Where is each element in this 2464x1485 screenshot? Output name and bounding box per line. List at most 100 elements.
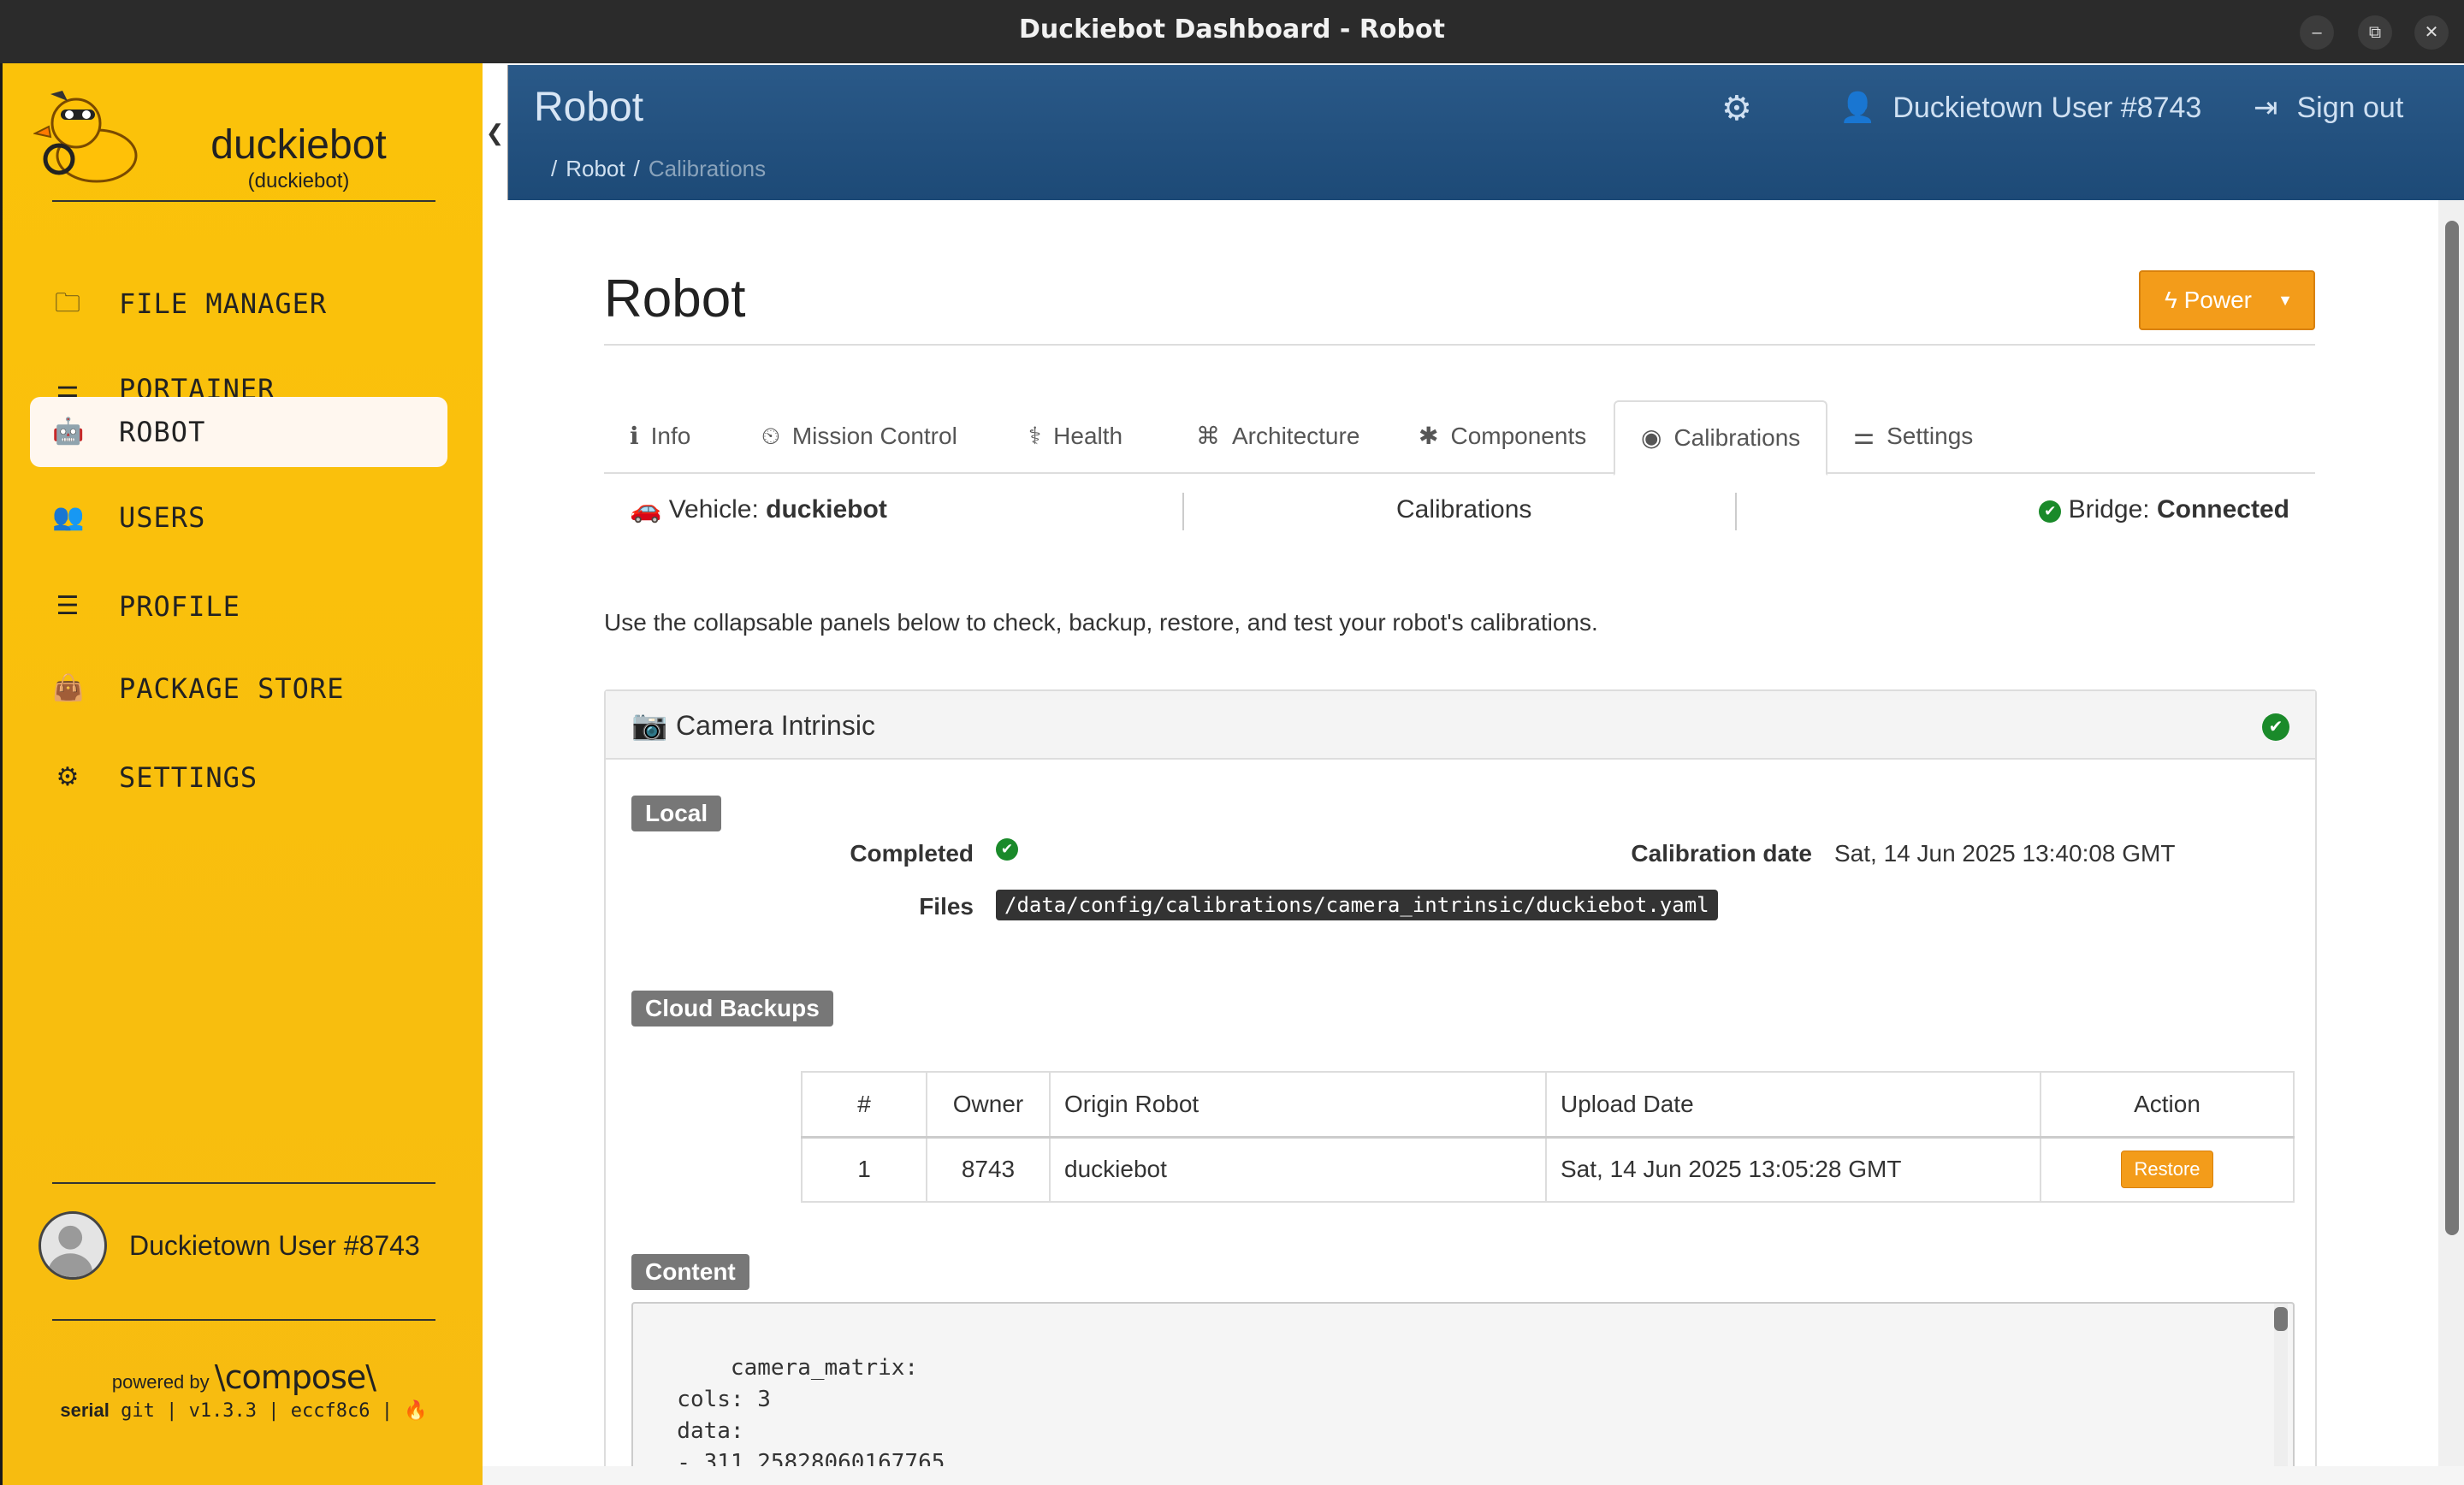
breadcrumb-robot[interactable]: Robot (566, 156, 625, 181)
files-label: Files (919, 893, 974, 920)
robot-hostname: (duckiebot) (247, 169, 350, 192)
tab-components[interactable]: ✱ Components (1419, 400, 1586, 474)
scrollbar-thumb[interactable] (2445, 221, 2459, 1235)
sidebar-item-label: FILE MANAGER (119, 287, 328, 320)
sidebar-user-name: Duckietown User #8743 (129, 1230, 420, 1261)
sign-out-button[interactable]: ⇥ Sign out (2254, 91, 2403, 125)
column-header: # (801, 1071, 927, 1139)
sidebar-divider (52, 1182, 435, 1184)
sidebar: duckiebot (duckiebot) 🗀 FILE MANAGER ⚌ P… (0, 63, 483, 1485)
medkit-icon: ⚕ (1028, 423, 1042, 449)
minimize-button[interactable]: – (2300, 15, 2334, 50)
power-label: Power (2183, 287, 2252, 313)
divider (1182, 493, 1184, 530)
check-circle-icon: ✔ (2262, 713, 2289, 741)
tab-architecture[interactable]: ⌘ Architecture (1196, 400, 1359, 474)
sidebar-item-label: PACKAGE STORE (119, 672, 345, 705)
user-icon: 👤 (1839, 92, 1876, 124)
vehicle-name: duckiebot (766, 495, 887, 524)
puzzle-icon: ✱ (1419, 423, 1439, 449)
sidebar-collapse-button[interactable]: ❮ (483, 65, 508, 200)
file-path: /data/config/calibrations/camera_intrins… (996, 890, 1718, 920)
target-icon: ◉ (1641, 424, 1662, 451)
panel-header[interactable]: 📷 Camera Intrinsic ✔ (606, 691, 2315, 760)
divider (1735, 493, 1737, 530)
robot-tabs: ℹ Info ⏲ Mission Control ⚕ Health ⌘ Architec… (604, 400, 2315, 476)
column-header: Owner (926, 1071, 1051, 1139)
status-row: 🚗 Vehicle: duckiebot Calibrations ✔ Brid… (604, 482, 2315, 537)
tab-mission-control[interactable]: ⏲ Mission Control (761, 400, 957, 474)
cell-upload-date: Sat, 14 Jun 2025 13:05:28 GMT (1545, 1136, 2041, 1203)
maximize-button[interactable]: ⧉ (2358, 15, 2392, 50)
tab-label: Architecture (1232, 423, 1360, 449)
page-title: Robot (604, 269, 746, 328)
shopping-bag-icon: 👜 (52, 674, 85, 702)
duckie-logo-icon (33, 91, 138, 183)
tab-label: Calibrations (1673, 424, 1801, 451)
check-circle-icon: ✔ (2039, 500, 2062, 523)
gear-icon: ⚙ (1721, 90, 1752, 127)
sidebar-user[interactable]: Duckietown User #8743 (38, 1210, 449, 1281)
vehicle-label: Vehicle: (668, 495, 759, 524)
header-settings-button[interactable]: ⚙ (1721, 89, 1752, 128)
sidebar-item-package-store[interactable]: 👜 PACKAGE STORE (30, 654, 447, 724)
camera-intrinsic-panel: 📷 Camera Intrinsic ✔ Local Completed ✔ C… (604, 689, 2317, 1466)
cell-number: 1 (801, 1136, 927, 1203)
sidebar-divider (52, 1319, 435, 1321)
header-user-button[interactable]: 👤 Duckietown User #8743 (1839, 91, 2201, 125)
top-header: Robot / Robot / Calibrations ⚙ 👤 Duckietown … (508, 65, 2464, 200)
camera-icon: 📷 (631, 709, 668, 742)
local-badge: Local (631, 796, 722, 831)
dashboard-gauge-icon: ⏲ (761, 423, 780, 449)
sidebar-item-label: ROBOT (119, 416, 206, 448)
main-content: Robot ϟ Power ▼ ℹ Info ⏲ Mission Control ⚕… (508, 200, 2438, 1466)
tab-label: Settings (1886, 423, 1974, 449)
breadcrumb-calibrations: Calibrations (648, 156, 767, 181)
table-header-row: # Owner Origin Robot Upload Date Action (801, 1071, 2295, 1139)
tab-settings[interactable]: ⚌ Settings (1853, 400, 1973, 474)
sitemap-icon: ⌘ (1196, 423, 1220, 449)
scrollbar-thumb[interactable] (2274, 1307, 2288, 1331)
sidebar-item-profile[interactable]: ☰ PROFILE (30, 571, 447, 642)
sidebar-item-label: SETTINGS (119, 761, 258, 794)
tab-label: Mission Control (791, 423, 957, 449)
column-header: Upload Date (1545, 1071, 2041, 1139)
window-title: Duckiebot Dashboard - Robot (1019, 15, 1445, 44)
power-dropdown-button[interactable]: ϟ Power ▼ (2139, 270, 2315, 330)
title-divider (604, 344, 2315, 346)
tab-info[interactable]: ℹ Info (630, 400, 690, 474)
close-button[interactable]: ✕ (2414, 15, 2449, 50)
restore-button[interactable]: Restore (2121, 1151, 2213, 1189)
folder-icon: 🗀 (55, 289, 80, 317)
header-title: Robot (534, 85, 644, 130)
sign-out-icon: ⇥ (2254, 92, 2278, 124)
tab-label: Health (1053, 423, 1123, 449)
content-scrollbar[interactable] (2274, 1304, 2288, 1466)
car-icon: 🚗 (630, 495, 662, 524)
tab-health[interactable]: ⚕ Health (1028, 400, 1122, 474)
content-badge: Content (631, 1254, 749, 1290)
yaml-content: camera_matrix: cols: 3 data: - 311.25828… (677, 1355, 945, 1466)
list-icon: ☰ (56, 592, 80, 620)
sidebar-item-label: USERS (119, 501, 206, 534)
bridge-label: Bridge: (2068, 495, 2150, 524)
tab-calibrations[interactable]: ◉ Calibrations (1614, 400, 1828, 476)
tab-label: Components (1450, 423, 1587, 449)
cell-owner: 8743 (926, 1136, 1051, 1203)
version-info: serial git | v1.3.3 | eccf8c6 | 🔥 (3, 1399, 485, 1422)
page-scrollbar[interactable] (2438, 200, 2464, 1466)
sidebar-item-users[interactable]: 👥 USERS (30, 482, 447, 553)
calibration-date-label: Calibration date (1631, 840, 1812, 867)
caret-down-icon: ▼ (2277, 292, 2293, 309)
sidebar-item-settings[interactable]: ⚙ SETTINGS (30, 742, 447, 813)
brand: duckiebot (duckiebot) (33, 80, 461, 192)
users-icon: 👥 (52, 503, 85, 531)
completed-label: Completed (850, 840, 974, 867)
calibration-content[interactable]: camera_matrix: cols: 3 data: - 311.25828… (631, 1302, 2295, 1466)
vehicle-info: 🚗 Vehicle: duckiebot (630, 482, 887, 537)
column-header: Action (2040, 1071, 2295, 1139)
sidebar-item-file-manager[interactable]: 🗀 FILE MANAGER (30, 269, 447, 339)
table-row: 1 8743 duckiebot Sat, 14 Jun 2025 13:05:… (801, 1136, 2295, 1203)
section-name: Calibrations (1396, 495, 1532, 524)
sidebar-item-robot[interactable]: 🤖 ROBOT (30, 397, 447, 467)
